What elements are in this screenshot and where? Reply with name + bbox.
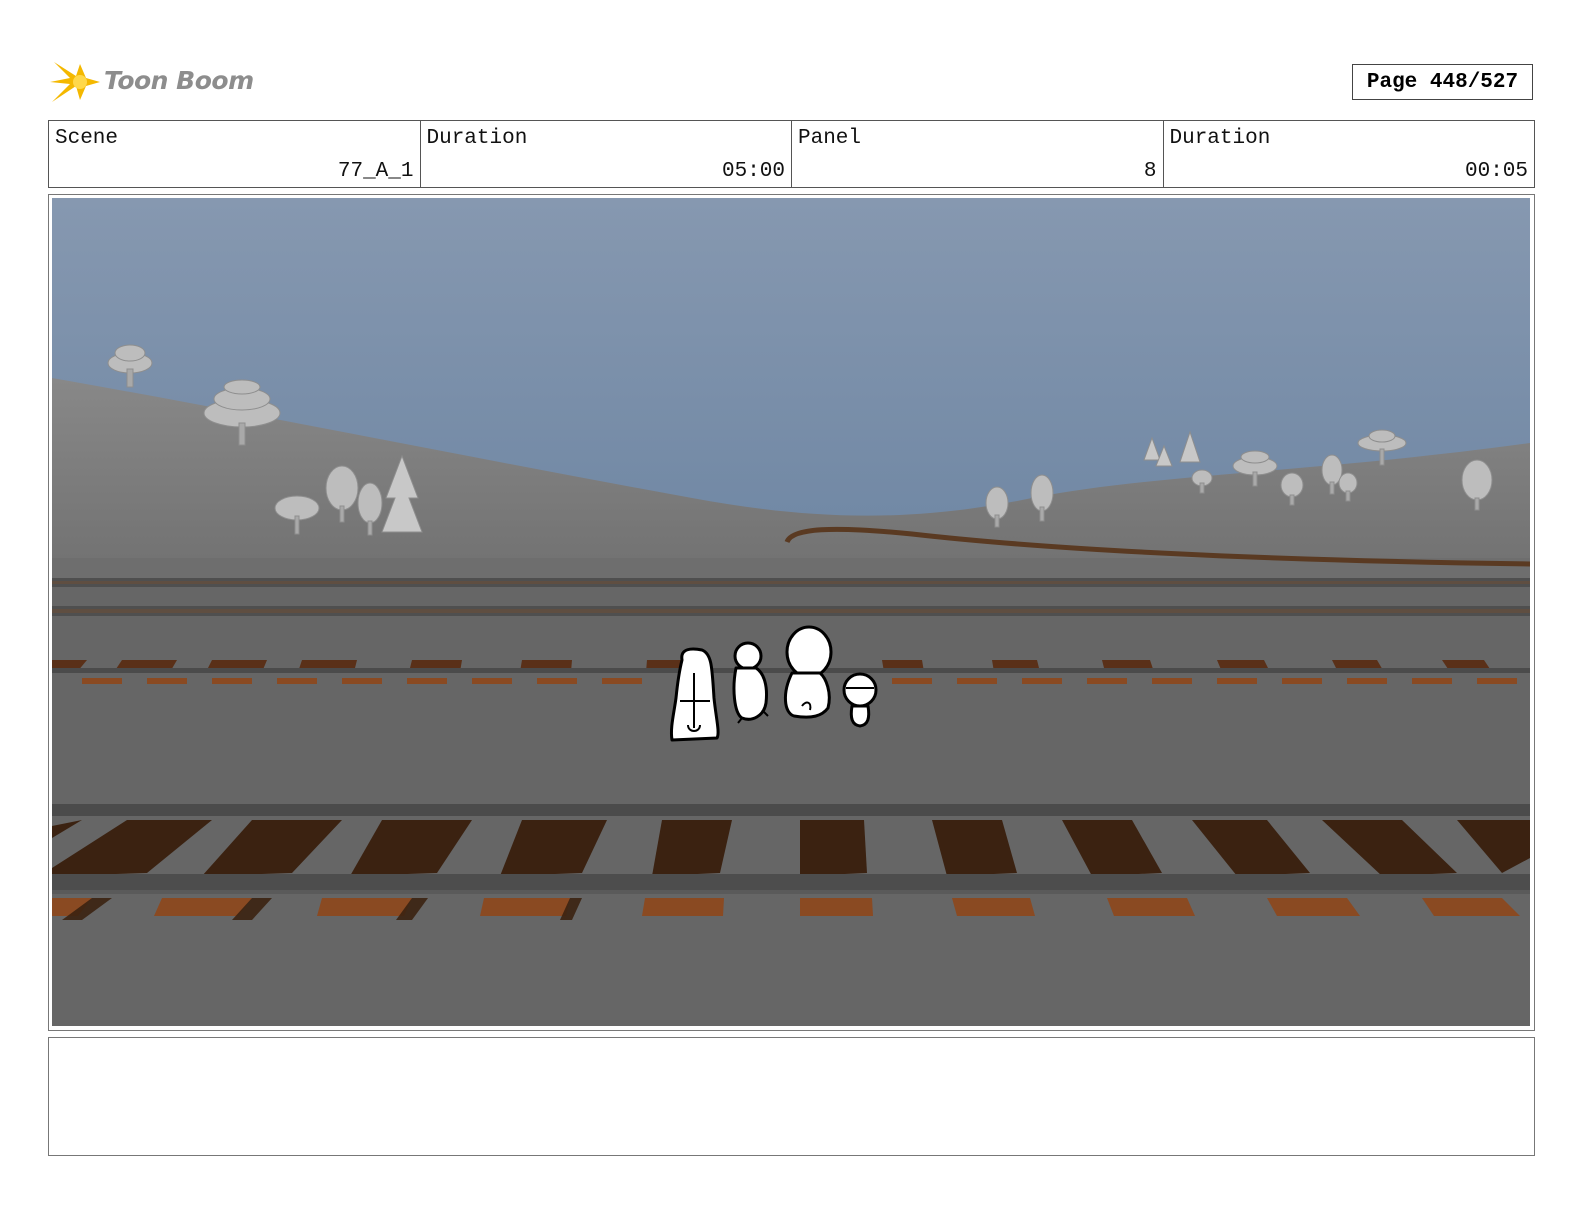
panel-notes-box xyxy=(48,1037,1535,1156)
starburst-icon xyxy=(50,62,100,102)
character-2-head xyxy=(733,641,763,671)
page-indicator: Page 448/527 xyxy=(1352,64,1533,100)
character-3-body xyxy=(784,671,831,719)
panel-duration-cell: Duration 00:05 xyxy=(1164,121,1535,187)
toon-boom-logo: Toon Boom xyxy=(50,56,254,108)
panel-image xyxy=(52,198,1530,1026)
panel-duration-label: Duration xyxy=(1169,127,1271,150)
character-2-body xyxy=(732,666,768,721)
track-distant-2 xyxy=(52,606,1530,616)
character-3-head xyxy=(785,625,833,679)
panel-duration-value: 00:05 xyxy=(1464,160,1528,183)
character-4-body xyxy=(849,704,871,728)
scene-value: 77_A_1 xyxy=(337,160,414,183)
character-4-head xyxy=(842,672,878,708)
scene-label: Scene xyxy=(55,127,119,150)
scene-cell: Scene 77_A_1 xyxy=(49,121,421,187)
railroad-scene-illustration xyxy=(52,198,1530,1026)
panel-value: 8 xyxy=(1143,160,1157,183)
scene-duration-label: Duration xyxy=(426,127,528,150)
scene-duration-cell: Duration 05:00 xyxy=(421,121,792,187)
panel-cell: Panel 8 xyxy=(792,121,1164,187)
scene-duration-value: 05:00 xyxy=(721,160,785,183)
track-distant-1 xyxy=(52,578,1530,587)
panel-label: Panel xyxy=(798,127,862,150)
storyboard-panel-frame xyxy=(48,194,1535,1031)
storyboard-info-table: Scene 77_A_1 Duration 05:00 Panel 8 Dura… xyxy=(48,120,1535,188)
brand-name: Toon Boom xyxy=(104,66,254,95)
ground-plane xyxy=(52,558,1530,1026)
